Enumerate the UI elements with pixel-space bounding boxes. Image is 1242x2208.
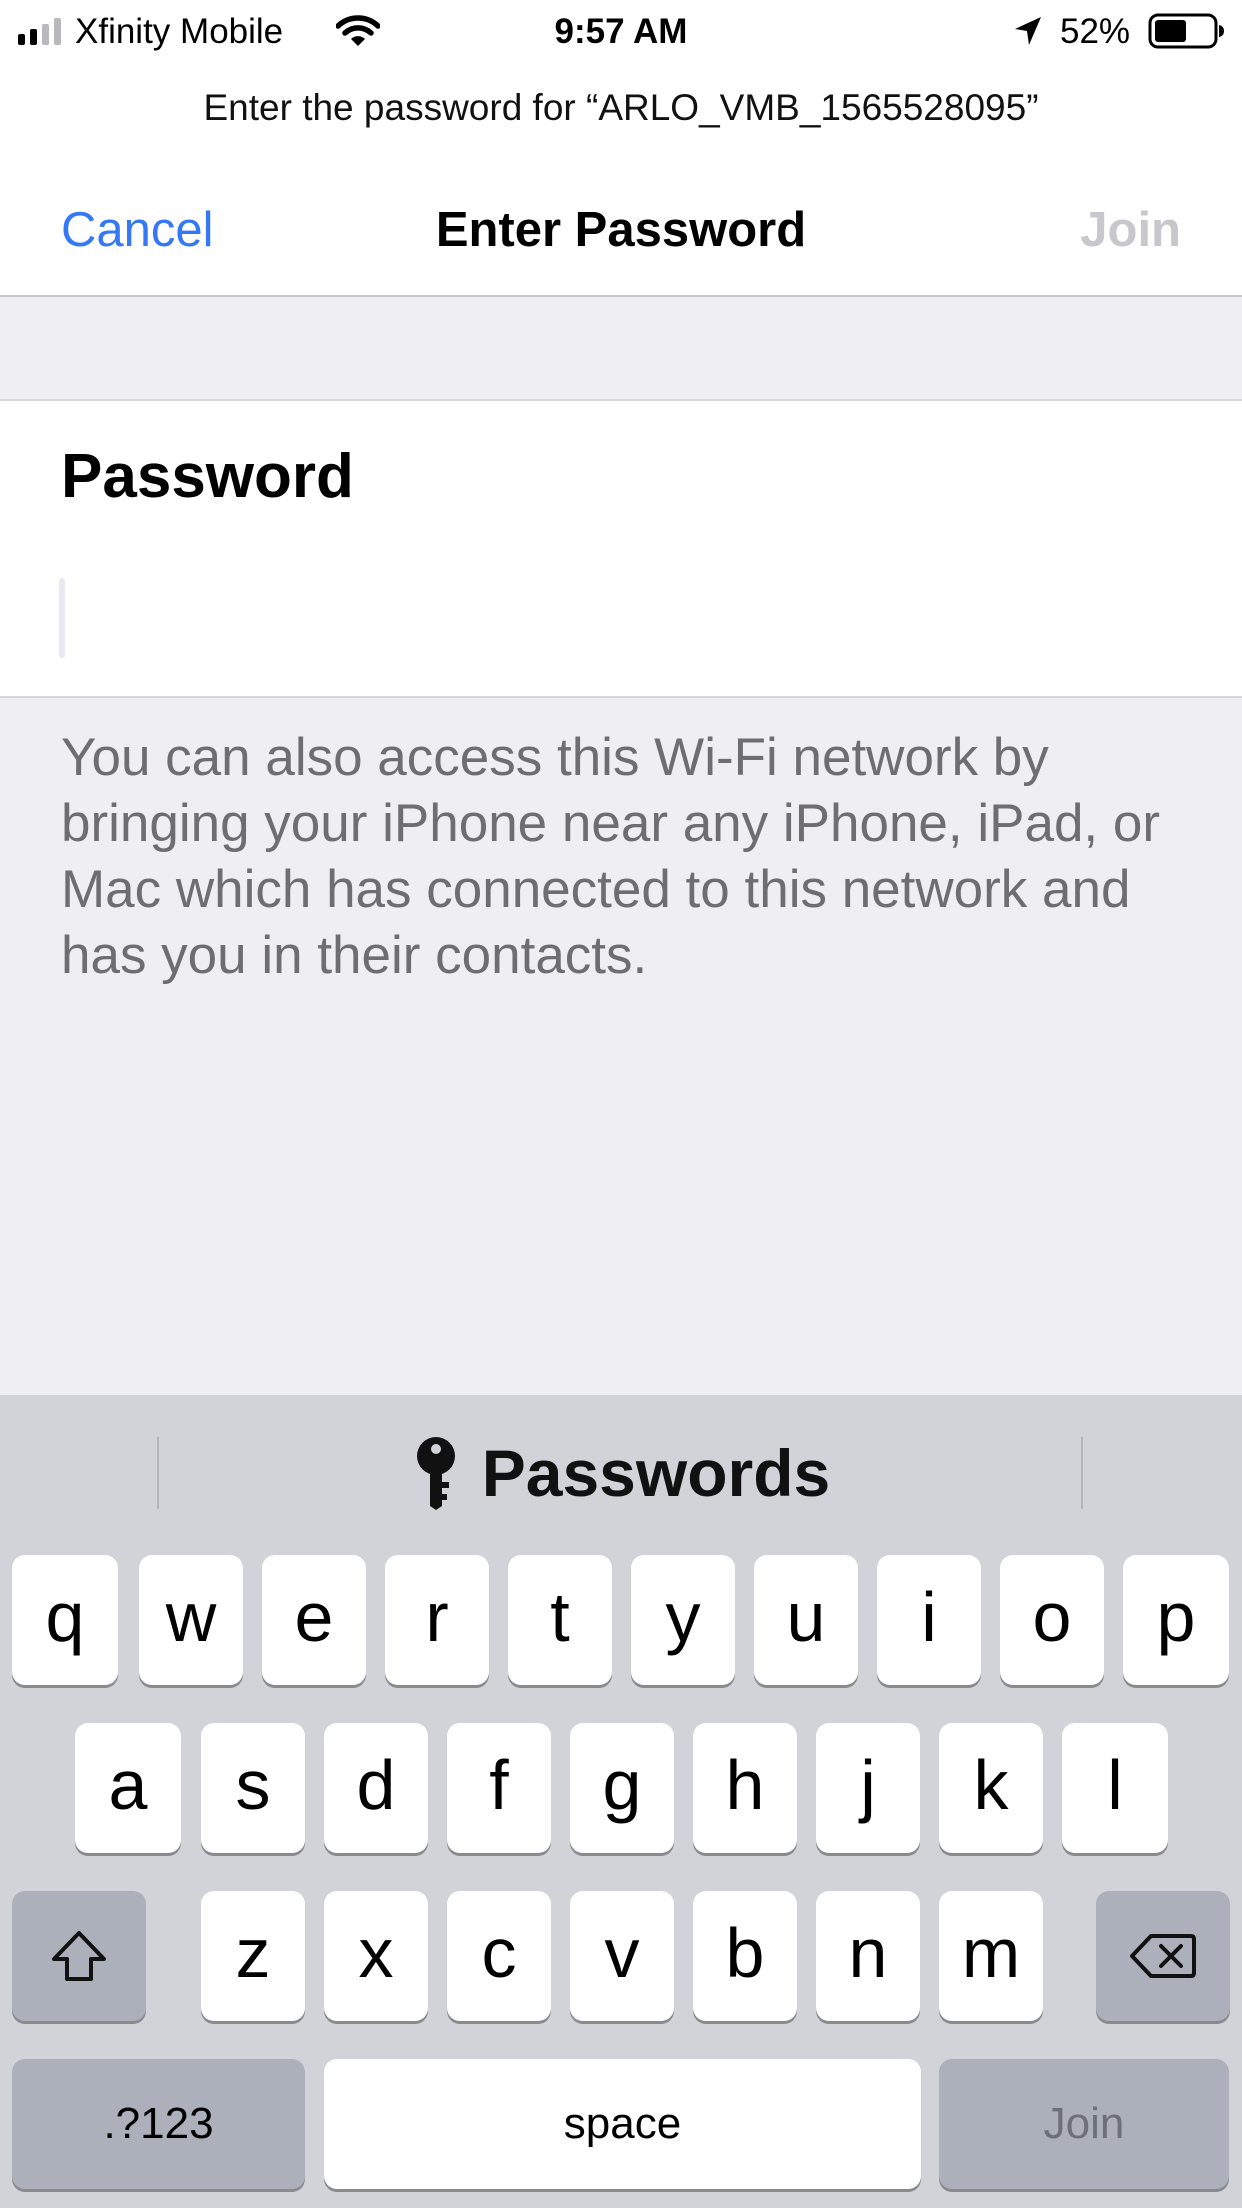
key-f[interactable]: f xyxy=(447,1723,551,1853)
key-c[interactable]: c xyxy=(447,1891,551,2021)
passwords-autofill-button[interactable]: Passwords xyxy=(0,1435,1242,1511)
shift-icon xyxy=(52,1931,106,1981)
key-icon xyxy=(416,1437,455,1510)
space-key[interactable]: space xyxy=(324,2059,921,2189)
password-cell: Password xyxy=(0,399,1242,698)
key-label: v xyxy=(604,1914,640,1992)
key-m[interactable]: m xyxy=(939,1891,1043,2021)
key-label: g xyxy=(602,1746,642,1824)
key-label: i xyxy=(921,1578,937,1656)
status-time: 9:57 AM xyxy=(554,12,688,51)
keyboard-join-key[interactable]: Join xyxy=(939,2059,1229,2189)
key-x[interactable]: x xyxy=(324,1891,428,2021)
key-label: h xyxy=(725,1746,765,1824)
network-password-prompt: Enter the password for “ARLO_VMB_1565528… xyxy=(203,87,1039,128)
location-arrow-icon xyxy=(1015,17,1041,45)
key-label: z xyxy=(235,1914,271,1992)
key-label: u xyxy=(786,1578,826,1656)
key-b[interactable]: b xyxy=(693,1891,797,2021)
key-q[interactable]: q xyxy=(12,1555,118,1685)
key-label: p xyxy=(1156,1578,1196,1656)
key-label: b xyxy=(725,1914,765,1992)
key-h[interactable]: h xyxy=(693,1723,797,1853)
key-p[interactable]: p xyxy=(1123,1555,1229,1685)
key-e[interactable]: e xyxy=(262,1555,366,1685)
key-label: x xyxy=(358,1914,394,1992)
key-v[interactable]: v xyxy=(570,1891,674,2021)
key-label: y xyxy=(665,1578,701,1656)
key-label: r xyxy=(425,1578,449,1656)
wifi-sharing-note: You can also access this Wi-Fi network b… xyxy=(61,728,1160,985)
keyboard-suggestion-bar: Passwords xyxy=(0,1395,1242,1555)
key-label: c xyxy=(481,1914,517,1992)
key-label: d xyxy=(356,1746,396,1824)
key-label: o xyxy=(1032,1578,1072,1656)
key-label: f xyxy=(489,1746,509,1824)
key-label: t xyxy=(550,1578,570,1656)
key-label: e xyxy=(294,1578,334,1656)
key-label: w xyxy=(165,1578,217,1656)
battery-percentage: 52% xyxy=(1060,12,1131,51)
key-label: s xyxy=(235,1746,271,1824)
key-t[interactable]: t xyxy=(508,1555,612,1685)
passwords-label: Passwords xyxy=(481,1436,831,1510)
password-label: Password xyxy=(61,442,354,511)
key-o[interactable]: o xyxy=(1000,1555,1104,1685)
key-u[interactable]: u xyxy=(754,1555,858,1685)
password-field[interactable] xyxy=(59,569,1179,659)
key-label: j xyxy=(860,1746,876,1824)
battery-icon xyxy=(1148,13,1224,49)
join-button[interactable]: Join xyxy=(1080,202,1181,258)
key-w[interactable]: w xyxy=(139,1555,243,1685)
delete-backspace-icon xyxy=(1130,1934,1196,1978)
delete-key[interactable] xyxy=(1096,1891,1230,2021)
key-a[interactable]: a xyxy=(75,1723,181,1853)
numbers-key[interactable]: .?123 xyxy=(12,2059,305,2189)
key-label: l xyxy=(1107,1746,1123,1824)
key-s[interactable]: s xyxy=(201,1723,305,1853)
key-i[interactable]: i xyxy=(877,1555,981,1685)
shift-key[interactable] xyxy=(12,1891,146,2021)
key-n[interactable]: n xyxy=(816,1891,920,2021)
key-k[interactable]: k xyxy=(939,1723,1043,1853)
key-label: m xyxy=(961,1914,1021,1992)
status-bar: Xfinity Mobile 9:57 AM 52% xyxy=(0,0,1242,62)
key-label: q xyxy=(45,1578,85,1656)
key-g[interactable]: g xyxy=(570,1723,674,1853)
navigation-bar: Enter the password for “ARLO_VMB_1565528… xyxy=(0,62,1242,297)
page-title: Enter Password xyxy=(435,203,807,257)
key-d[interactable]: d xyxy=(324,1723,428,1853)
keyboard: Passwords q w e r t y u i o p a s d f g … xyxy=(0,1395,1242,2208)
key-label: n xyxy=(848,1914,888,1992)
key-label: a xyxy=(108,1746,148,1824)
key-y[interactable]: y xyxy=(631,1555,735,1685)
key-label: k xyxy=(973,1746,1009,1824)
key-r[interactable]: r xyxy=(385,1555,489,1685)
key-l[interactable]: l xyxy=(1062,1723,1168,1853)
key-j[interactable]: j xyxy=(816,1723,920,1853)
key-z[interactable]: z xyxy=(201,1891,305,2021)
